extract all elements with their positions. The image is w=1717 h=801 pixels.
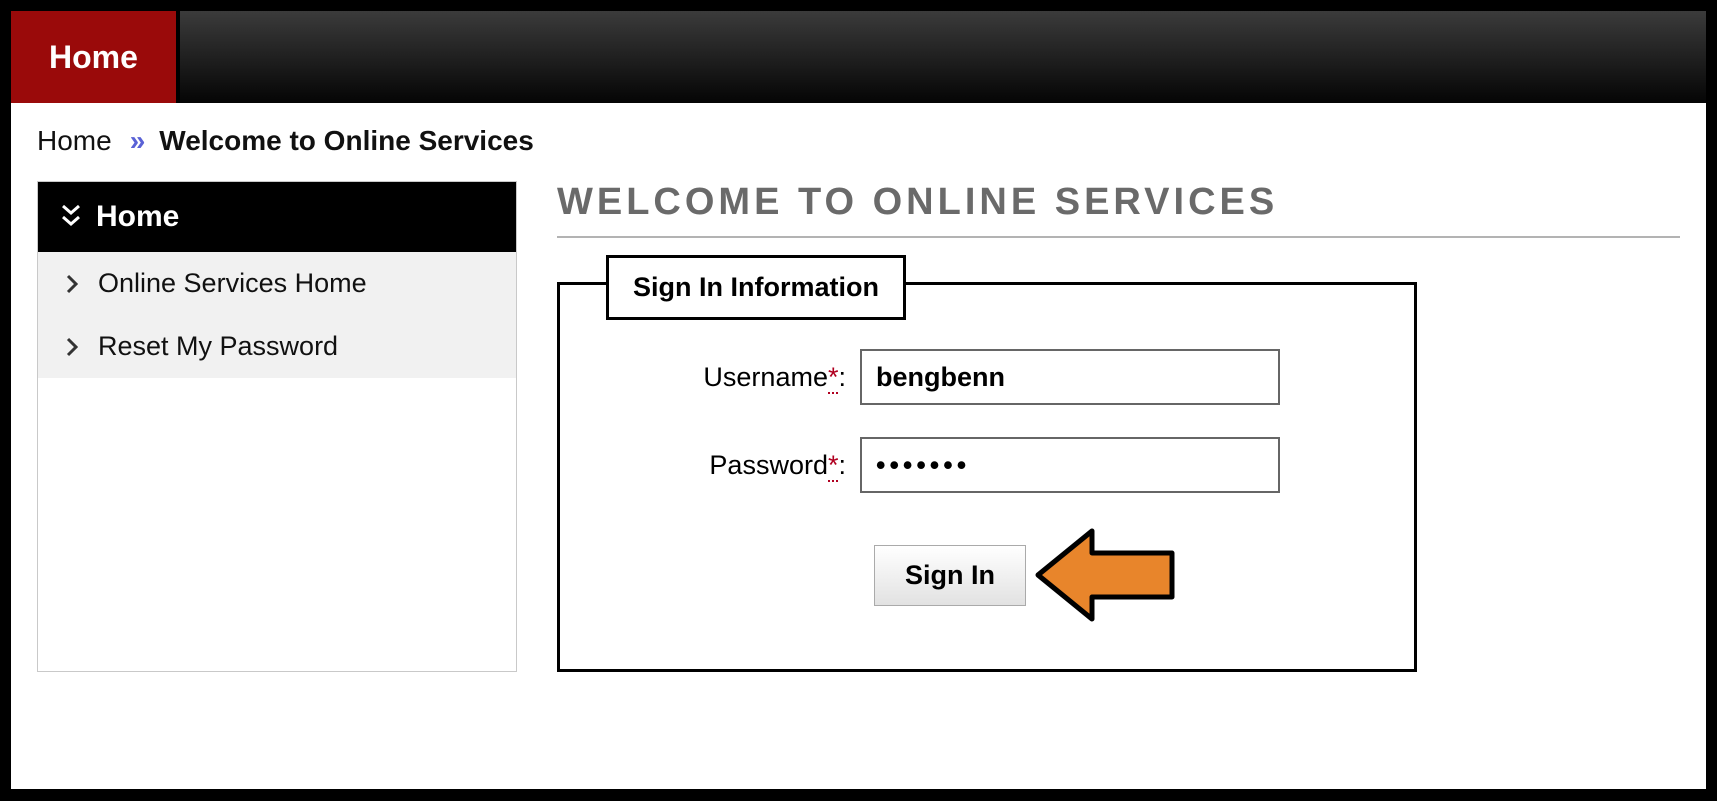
breadcrumb-current: Welcome to Online Services [159, 125, 534, 157]
page-title: WELCOME TO ONLINE SERVICES [557, 181, 1680, 238]
main-panel: WELCOME TO ONLINE SERVICES Sign In Infor… [557, 181, 1680, 672]
password-label: Password*: [600, 450, 860, 481]
button-row: Sign In [600, 525, 1374, 625]
sidebar-item-label: Reset My Password [98, 331, 338, 362]
sidebar-title: Home [96, 200, 179, 234]
password-label-text: Password [709, 450, 828, 480]
signin-panel: Sign In Information Username*: Password*… [557, 282, 1417, 672]
required-asterisk: * [828, 362, 839, 394]
required-asterisk: * [828, 450, 839, 482]
page: Home Home » Welcome to Online Services H… [10, 10, 1707, 790]
label-colon: : [838, 450, 846, 480]
sidebar-list: Online Services Home Reset My Password [38, 252, 516, 378]
sign-in-button[interactable]: Sign In [874, 545, 1026, 606]
nav-home-tab[interactable]: Home [11, 11, 180, 103]
sidebar-item-online-services-home[interactable]: Online Services Home [38, 252, 516, 315]
username-label-text: Username [703, 362, 828, 392]
content-body: Home Online Services Home Reset My Passw… [11, 171, 1706, 712]
sidebar-item-reset-my-password[interactable]: Reset My Password [38, 315, 516, 378]
top-nav-bar: Home [11, 11, 1706, 103]
breadcrumb-root[interactable]: Home [37, 125, 112, 157]
username-label: Username*: [600, 362, 860, 393]
sidebar-item-label: Online Services Home [98, 268, 367, 299]
sidebar-header[interactable]: Home [38, 182, 516, 252]
chevron-right-icon [66, 337, 78, 357]
breadcrumb: Home » Welcome to Online Services [11, 103, 1706, 171]
password-input[interactable] [860, 437, 1280, 493]
arrow-left-icon [1032, 525, 1182, 625]
chevron-right-icon [66, 274, 78, 294]
chevron-double-right-icon: » [130, 125, 142, 157]
chevrons-down-icon [62, 204, 80, 230]
label-colon: : [838, 362, 846, 392]
password-row: Password*: [600, 437, 1374, 493]
sign-in-button-label: Sign In [905, 560, 995, 590]
panel-legend: Sign In Information [606, 255, 906, 320]
username-row: Username*: [600, 349, 1374, 405]
username-input[interactable] [860, 349, 1280, 405]
sidebar: Home Online Services Home Reset My Passw… [37, 181, 517, 672]
nav-home-label: Home [49, 39, 138, 76]
